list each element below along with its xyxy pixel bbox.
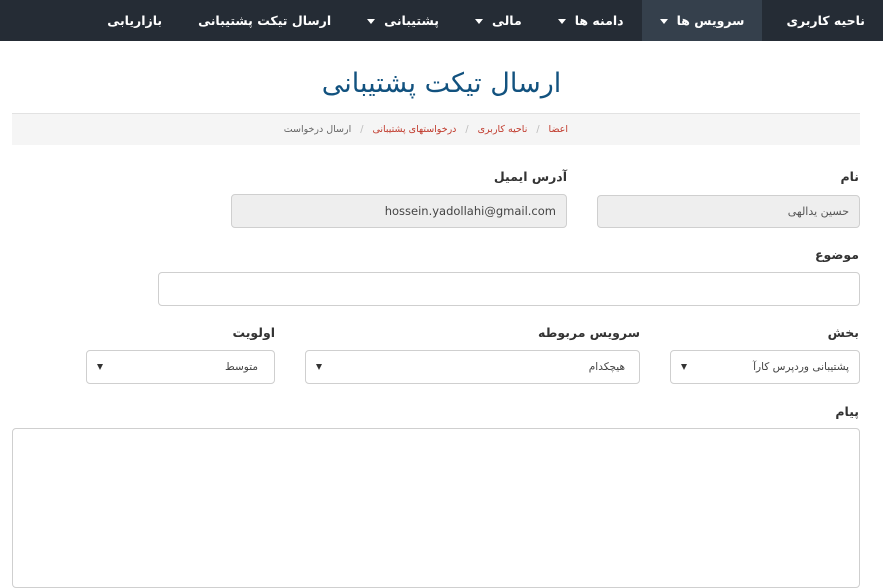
name-field[interactable] [597,195,860,228]
caret-down-icon [557,19,566,24]
nav-item-open-ticket[interactable]: ارسال تیکت پشتیبانی [180,0,349,41]
email-field[interactable] [231,194,567,228]
breadcrumb-separator: / [536,124,540,135]
department-select[interactable]: پشتیبانی وردپرس کارآ [670,350,860,384]
caret-down-icon [367,19,376,24]
nav-item-label: ناحیه کاربری [786,13,865,28]
priority-label: اولویت [232,325,275,340]
nav-item-billing[interactable]: مالی [457,0,540,41]
subject-label: موضوع [814,247,859,262]
related-service-select[interactable]: هیچکدام [305,350,640,384]
related-service-label: سرویس مربوطه [538,325,640,340]
email-label: آدرس ایمیل [493,169,567,184]
nav-item-label: دامنه ها [574,13,624,28]
breadcrumb-separator: / [465,124,469,135]
page-title: ارسال تیکت پشتیبانی [321,68,562,99]
name-label: نام [840,169,859,184]
nav-item-client-area[interactable]: ناحیه کاربری [762,0,883,41]
nav-item-services[interactable]: سرویس ها [641,0,763,41]
priority-select[interactable]: متوسط [86,350,275,384]
dropdown-arrow-icon [681,364,687,370]
nav-item-support[interactable]: پشتیبانی [349,0,457,41]
breadcrumb-link-support-tickets[interactable]: درخواستهای پشتیبانی [372,124,456,135]
related-service-selected-value: هیچکدام [588,361,625,373]
nav-item-label: مالی [491,13,522,28]
priority-selected-value: متوسط [225,361,258,373]
breadcrumb: اعضا / ناحیه کاربری / درخواستهای پشتیبان… [12,113,860,145]
caret-down-icon [659,19,668,24]
breadcrumb-separator: / [360,124,364,135]
breadcrumb-link-client-area[interactable]: ناحیه کاربری [478,124,528,135]
nav-item-label: سرویس ها [676,13,745,28]
breadcrumb-link-members[interactable]: اعضا [549,124,568,135]
message-label: پیام [835,404,859,419]
message-textarea[interactable] [12,428,860,588]
breadcrumb-current: ارسال درخواست [283,124,352,135]
nav-item-domains[interactable]: دامنه ها [540,0,642,41]
nav-item-label: ارسال تیکت پشتیبانی [198,13,332,28]
department-selected-value: پشتیبانی وردپرس کارآ [753,361,849,373]
nav-item-affiliates[interactable]: بازاریابی [89,0,180,41]
subject-input[interactable] [158,272,860,306]
caret-down-icon [474,19,483,24]
dropdown-arrow-icon [316,364,322,370]
nav-item-label: پشتیبانی [384,13,439,28]
dropdown-arrow-icon [97,364,103,370]
nav-item-label: بازاریابی [107,13,163,28]
department-label: بخش [827,325,859,340]
top-navbar: ناحیه کاربری سرویس ها دامنه ها مالی پشتی… [0,0,883,41]
